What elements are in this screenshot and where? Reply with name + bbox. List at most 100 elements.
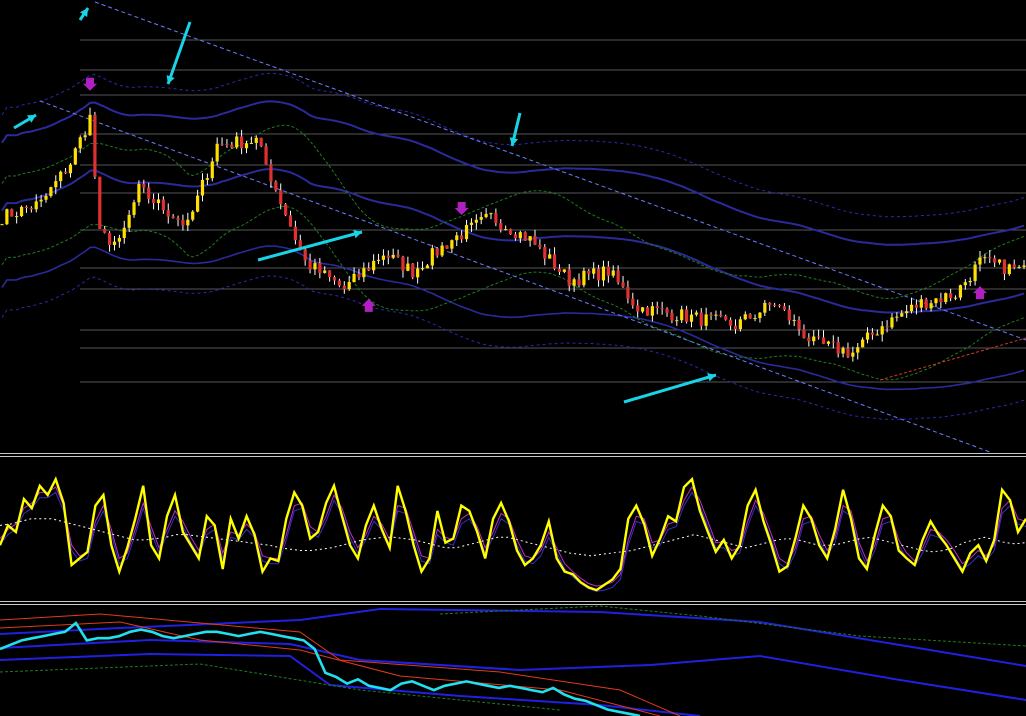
candle-body bbox=[714, 314, 718, 316]
candle-body bbox=[161, 199, 165, 211]
candle-body bbox=[78, 137, 82, 149]
candle-body bbox=[533, 236, 537, 245]
candle-body bbox=[103, 228, 107, 233]
candle-body bbox=[777, 304, 782, 307]
candle-body bbox=[552, 254, 557, 269]
candle-body bbox=[631, 298, 635, 306]
candle-body bbox=[54, 181, 58, 188]
candle-body bbox=[137, 183, 141, 203]
candle-body bbox=[758, 312, 762, 318]
candle-body bbox=[73, 148, 77, 165]
candle-body bbox=[929, 303, 933, 309]
candle-body bbox=[88, 114, 92, 136]
candle-body bbox=[704, 314, 708, 326]
candle-body bbox=[939, 298, 943, 302]
candle-body bbox=[489, 213, 493, 215]
candle-body bbox=[205, 178, 209, 180]
trading-chart bbox=[0, 0, 1026, 716]
candle-body bbox=[435, 248, 439, 256]
candle-body bbox=[132, 202, 136, 215]
candle-body bbox=[729, 319, 733, 326]
candle-body bbox=[24, 206, 29, 209]
candle-body bbox=[787, 309, 791, 321]
candle-body bbox=[210, 161, 214, 179]
candle-body bbox=[660, 308, 664, 310]
candle-body bbox=[93, 114, 97, 177]
candle-body bbox=[636, 305, 640, 312]
candle-body bbox=[34, 201, 38, 210]
candle-body bbox=[934, 298, 938, 304]
candle-body bbox=[773, 304, 777, 306]
candle-body bbox=[494, 213, 498, 224]
candle-body bbox=[49, 187, 53, 197]
candle-body bbox=[1022, 265, 1026, 267]
candle-body bbox=[83, 135, 87, 138]
candle-body bbox=[841, 348, 845, 354]
candle-body bbox=[460, 235, 464, 240]
candle-body bbox=[220, 143, 224, 145]
candle-body bbox=[142, 183, 146, 188]
candle-body bbox=[15, 216, 19, 218]
candle-body bbox=[577, 279, 581, 286]
candle-body bbox=[821, 337, 826, 344]
candle-body bbox=[445, 245, 449, 249]
candle-body bbox=[288, 215, 293, 227]
candle-body bbox=[538, 244, 542, 248]
candle-body bbox=[19, 206, 24, 217]
candle-body bbox=[303, 249, 307, 261]
candle-body bbox=[147, 187, 151, 199]
candle-body bbox=[978, 257, 982, 265]
candle-body bbox=[836, 341, 840, 354]
candle-body bbox=[455, 235, 459, 241]
candle-body bbox=[376, 259, 381, 261]
candle-body bbox=[416, 268, 420, 278]
candle-body bbox=[733, 325, 738, 330]
candle-body bbox=[880, 326, 884, 335]
candle-body bbox=[44, 196, 48, 200]
candle-body bbox=[601, 266, 606, 281]
candle-body bbox=[548, 254, 552, 259]
chart-background bbox=[0, 0, 1026, 716]
candle-body bbox=[0, 224, 4, 226]
candle-body bbox=[63, 171, 68, 174]
candle-body bbox=[665, 308, 669, 313]
candle-body bbox=[372, 260, 376, 271]
candle-body bbox=[567, 269, 571, 286]
candle-body bbox=[381, 255, 386, 260]
candle-body bbox=[254, 137, 258, 143]
candle-body bbox=[523, 232, 527, 241]
candle-body bbox=[694, 312, 698, 315]
candle-body bbox=[156, 199, 161, 204]
candle-body bbox=[640, 307, 645, 312]
candle-body bbox=[127, 214, 131, 228]
candle-body bbox=[230, 144, 234, 148]
candle-body bbox=[655, 306, 659, 309]
candle-body bbox=[357, 273, 361, 278]
candle-body bbox=[5, 209, 9, 225]
candle-body bbox=[396, 254, 400, 257]
candle-body bbox=[797, 319, 801, 330]
candle-body bbox=[684, 309, 689, 322]
candle-body bbox=[112, 241, 117, 246]
candle-body bbox=[870, 332, 875, 335]
candle-body bbox=[968, 280, 972, 283]
candle-body bbox=[151, 198, 156, 204]
candle-body bbox=[244, 143, 249, 149]
candle-body bbox=[10, 209, 14, 217]
candle-body bbox=[284, 204, 288, 216]
candle-body bbox=[670, 312, 674, 321]
candle-body bbox=[68, 164, 73, 174]
candle-body bbox=[171, 216, 175, 219]
candle-body bbox=[909, 304, 914, 312]
candle-body bbox=[474, 219, 478, 223]
candle-body bbox=[724, 316, 728, 320]
candle-body bbox=[406, 263, 410, 271]
candle-body bbox=[1017, 266, 1021, 268]
candle-body bbox=[249, 142, 253, 144]
candle-body bbox=[200, 179, 205, 196]
candle-body bbox=[626, 286, 630, 299]
candle-body bbox=[988, 257, 992, 259]
candle-body bbox=[826, 341, 831, 344]
candle-body bbox=[293, 226, 297, 241]
candle-body bbox=[596, 268, 601, 281]
